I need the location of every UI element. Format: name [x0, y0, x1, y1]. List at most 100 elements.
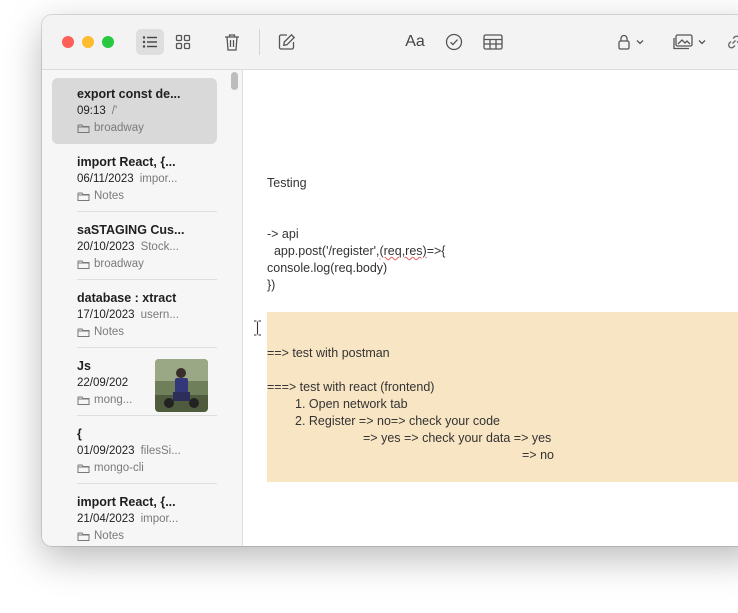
close-line: }): [267, 278, 276, 292]
note-title: saSTAGING Cus...: [77, 223, 185, 237]
folder-name: Notes: [94, 190, 125, 202]
post-suffix: =>{: [426, 244, 446, 258]
note-title: import React, {...: [77, 495, 176, 509]
note-folder: mong...: [77, 394, 132, 406]
note-folder: broadway: [77, 122, 144, 134]
sidebar-scrollbar[interactable]: [228, 70, 243, 546]
note-date: 06/11/2023: [77, 173, 134, 185]
misspelled-text: (req,res): [379, 244, 427, 258]
table-button[interactable]: [480, 29, 506, 55]
highlight-line-5: => yes => check your data => yes: [363, 431, 552, 445]
note-thumbnail: [155, 359, 208, 412]
list-item[interactable]: import React, {... 06/11/2023 impor... No…: [52, 146, 217, 212]
note-meta: 09:13 /': [77, 105, 117, 117]
folder-icon: [77, 464, 90, 473]
format-button[interactable]: Aa: [400, 29, 430, 55]
note-meta: 06/11/2023 impor...: [77, 173, 177, 185]
note-folder: mongo-cli: [77, 462, 144, 474]
folder-name: broadway: [94, 122, 144, 134]
note-title: export const de...: [77, 87, 181, 101]
checklist-button[interactable]: [441, 29, 467, 55]
new-note-button[interactable]: [274, 29, 300, 55]
note-meta: 20/10/2023 Stock...: [77, 241, 179, 253]
note-folder: Notes: [77, 190, 124, 202]
note-date: 01/09/2023: [77, 445, 135, 457]
console-line: console.log(req.body): [267, 261, 388, 275]
folder-name: broadway: [94, 258, 144, 270]
folder-icon: [77, 260, 90, 269]
chevron-down-icon: [636, 40, 644, 45]
lock-menu-button[interactable]: [614, 29, 648, 55]
table-icon: [483, 34, 503, 50]
highlight-line-6: => no: [522, 448, 554, 462]
folder-name: Notes: [94, 530, 125, 542]
note-preview: impor...: [140, 513, 179, 525]
divider: [77, 483, 217, 484]
link-icon: [728, 35, 738, 49]
note-date: 21/04/2023: [77, 513, 135, 525]
lock-icon: [618, 34, 630, 50]
post-prefix: app.post('/register',: [267, 244, 380, 258]
note-preview: filesSi...: [140, 445, 181, 457]
folder-icon: [77, 532, 90, 541]
divider: [77, 279, 217, 280]
folder-name: mong...: [94, 394, 133, 406]
post-line: app.post('/register',(req,res)=>{: [267, 244, 446, 258]
note-title: import React, {...: [77, 155, 176, 169]
api-line: -> api: [267, 227, 299, 241]
note-folder: Notes: [77, 326, 124, 338]
list-item[interactable]: export const de... 09:13 /' broadway: [52, 78, 217, 144]
notes-list: export const de... 09:13 /' broadway impo…: [42, 70, 228, 546]
folder-name: mongo-cli: [94, 462, 144, 474]
note-meta: 17/10/2023 usern...: [77, 309, 179, 321]
highlight-line-1: ==> test with postman: [267, 346, 390, 360]
folder-icon: [77, 124, 90, 133]
folder-icon: [77, 192, 90, 201]
gallery-view-button[interactable]: [170, 29, 196, 55]
list-item[interactable]: { 01/09/2023 filesSi... mongo-cli: [52, 418, 217, 484]
note-meta: 21/04/2023 impor...: [77, 513, 178, 525]
folder-name: Notes: [94, 326, 125, 338]
toolbar-divider: [259, 29, 260, 55]
list-item[interactable]: saSTAGING Cus... 20/10/2023 Stock... broa…: [52, 214, 217, 280]
note-folder: broadway: [77, 258, 144, 270]
list-icon: [142, 36, 157, 48]
note-date: 17/10/2023: [77, 309, 135, 321]
note-preview: /': [111, 105, 118, 117]
divider: [77, 415, 217, 416]
list-item[interactable]: database : xtract 17/10/2023 usern... Not…: [52, 282, 217, 348]
grid-icon: [175, 34, 191, 50]
notes-window: Aa export const de... 09:13 /' broadway i…: [42, 15, 738, 546]
note-preview: Stock...: [140, 241, 179, 253]
scrollbar-thumb[interactable]: [231, 72, 238, 90]
note-date: 22/09/202: [77, 377, 129, 389]
note-date: 20/10/2023: [77, 241, 135, 253]
note-title: database : xtract: [77, 291, 177, 305]
note-date: 09:13: [77, 105, 106, 117]
delete-button[interactable]: [219, 29, 245, 55]
collaborate-button[interactable]: [726, 29, 738, 55]
list-item[interactable]: import React, {... 21/04/2023 impor... No…: [52, 486, 217, 546]
compose-icon: [278, 33, 296, 50]
highlight-line-3: 1. Open network tab: [295, 397, 408, 411]
note-title: {: [77, 427, 82, 441]
chevron-down-icon: [698, 40, 706, 45]
zoom-window-button[interactable]: [102, 36, 114, 48]
minimize-window-button[interactable]: [82, 36, 94, 48]
checkmark-circle-icon: [445, 33, 463, 51]
media-menu-button[interactable]: [670, 29, 710, 55]
close-window-button[interactable]: [62, 36, 74, 48]
note-preview: usern...: [140, 309, 179, 321]
highlight-line-4: 2. Register => no=> check your code: [295, 414, 500, 428]
note-folder: Notes: [77, 530, 124, 542]
note-meta: 22/09/202: [77, 377, 134, 389]
list-item[interactable]: Js 22/09/202 mong...: [52, 350, 217, 416]
list-view-button[interactable]: [136, 29, 164, 55]
text-cursor-icon: [253, 320, 262, 341]
folder-icon: [77, 328, 90, 337]
trash-icon: [225, 34, 239, 51]
note-editor[interactable]: Testing -> api app.post('/register',(req…: [243, 70, 738, 546]
toolbar: Aa: [42, 15, 738, 70]
note-preview: impor...: [139, 173, 178, 185]
note-heading: Testing: [267, 176, 307, 190]
